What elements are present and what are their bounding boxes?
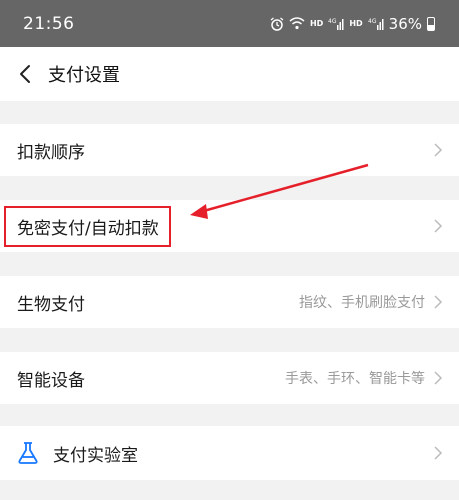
- annotation-arrow: [190, 163, 369, 219]
